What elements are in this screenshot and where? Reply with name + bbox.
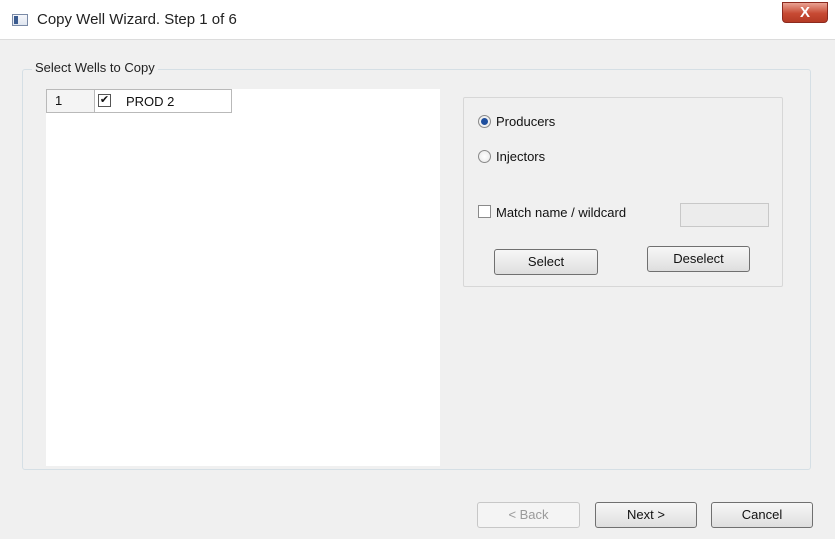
match-name-checkbox[interactable] — [478, 205, 491, 218]
producers-label: Producers — [496, 114, 556, 129]
close-button[interactable]: X — [782, 2, 828, 23]
title-bar: Copy Well Wizard. Step 1 of 6 X — [0, 0, 835, 40]
well-row-number: 1 — [46, 89, 94, 113]
group-title: Select Wells to Copy — [32, 60, 158, 75]
well-cell[interactable]: ✔ PROD 2 — [94, 89, 232, 113]
well-checkbox[interactable]: ✔ — [98, 94, 111, 107]
window-title: Copy Well Wizard. Step 1 of 6 — [37, 11, 237, 28]
select-button[interactable]: Select — [494, 249, 598, 275]
well-row[interactable]: 1 ✔ PROD 2 — [46, 89, 232, 113]
wildcard-input[interactable] — [680, 203, 769, 227]
injectors-label: Injectors — [496, 149, 546, 164]
wells-list[interactable]: 1 ✔ PROD 2 — [46, 89, 440, 466]
well-name: PROD 2 — [126, 94, 175, 109]
app-window-icon — [12, 14, 28, 26]
producers-radio[interactable] — [478, 115, 491, 128]
next-button[interactable]: Next > — [595, 502, 697, 528]
cancel-button[interactable]: Cancel — [711, 502, 813, 528]
injectors-radio[interactable] — [478, 150, 491, 163]
deselect-button[interactable]: Deselect — [647, 246, 750, 272]
back-button[interactable]: < Back — [477, 502, 580, 528]
match-name-label: Match name / wildcard — [496, 205, 627, 220]
